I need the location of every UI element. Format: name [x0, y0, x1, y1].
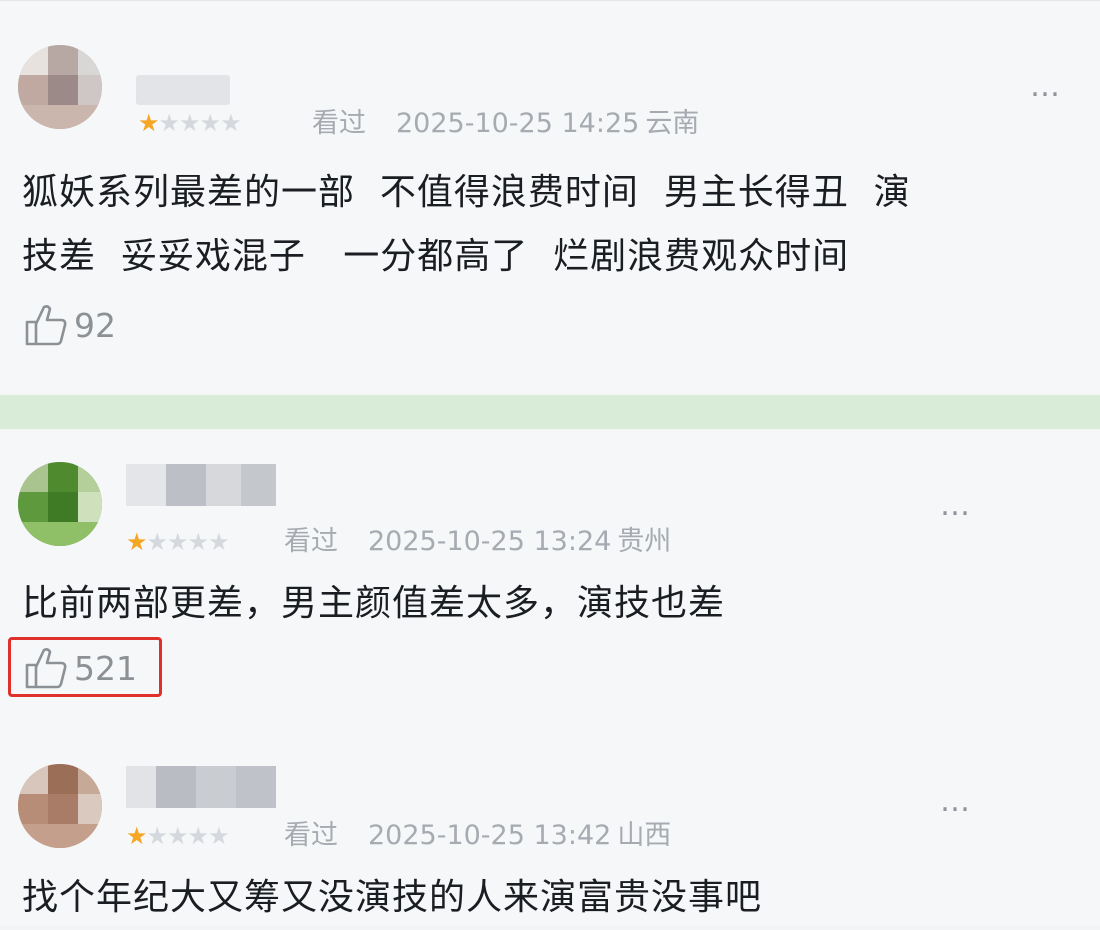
comment-location: 山西	[617, 820, 672, 851]
thumbs-up-icon	[24, 303, 70, 347]
comment-datetime: 2025-10-25 13:24	[368, 526, 612, 557]
star-filled-icon: ★	[126, 822, 147, 850]
comment-card: ★★★★★ 看过 2025-10-25 14:25 云南 … 狐妖系列最差的一部 不…	[0, 0, 1100, 393]
comment-text: 狐妖系列最差的一部 不值得浪费时间 男主长得丑 演 技差 妥妥戏混子 一分都高了…	[22, 161, 1082, 289]
username-blurred[interactable]	[126, 766, 276, 808]
star-empty-icon: ★★★★	[146, 528, 230, 556]
like-button[interactable]: 92	[24, 303, 116, 347]
star-rating: ★★★★★	[126, 528, 230, 556]
comment-text-line: 找个年纪大又筹又没演技的人来演富贵没事吧	[22, 877, 763, 918]
star-empty-icon: ★★★★	[158, 109, 242, 137]
star-filled-icon: ★	[138, 109, 159, 137]
star-empty-icon: ★★★★	[146, 822, 230, 850]
star-filled-icon: ★	[126, 528, 147, 556]
comment-text: 找个年纪大又筹又没演技的人来演富贵没事吧	[22, 866, 1082, 930]
avatar[interactable]	[18, 45, 102, 129]
more-options-icon[interactable]: …	[1030, 72, 1061, 102]
comment-text-line: 狐妖系列最差的一部 不值得浪费时间 男主长得丑 演	[22, 172, 911, 213]
like-count: 92	[74, 305, 116, 345]
comment-meta: 看过 2025-10-25 14:25 云南	[312, 109, 699, 139]
star-rating: ★★★★★	[126, 822, 230, 850]
username-blurred[interactable]	[126, 464, 276, 506]
comment-location: 云南	[645, 108, 700, 139]
comment-location: 贵州	[617, 526, 672, 557]
comment-meta: 看过 2025-10-25 13:24 贵州	[284, 527, 671, 557]
comment-datetime: 2025-10-25 13:42	[368, 820, 612, 851]
seen-label: 看过	[284, 820, 338, 851]
username-blurred[interactable]	[136, 75, 230, 105]
like-highlight-box	[8, 637, 162, 697]
avatar[interactable]	[18, 764, 102, 848]
more-options-icon[interactable]: …	[940, 787, 971, 817]
section-divider	[0, 395, 1100, 429]
more-options-icon[interactable]: …	[940, 491, 971, 521]
comment-text-line: 技差 妥妥戏混子 一分都高了 烂剧浪费观众时间	[22, 236, 850, 277]
comment-text-line: 比前两部更差，男主颜值差太多，演技也差	[22, 583, 726, 624]
avatar[interactable]	[18, 462, 102, 546]
comment-datetime: 2025-10-25 14:25	[396, 108, 640, 139]
comment-text: 比前两部更差，男主颜值差太多，演技也差	[22, 572, 1082, 636]
seen-label: 看过	[284, 526, 338, 557]
comment-meta: 看过 2025-10-25 13:42 山西	[284, 821, 671, 851]
star-rating: ★★★★★	[138, 109, 242, 137]
seen-label: 看过	[312, 108, 366, 139]
